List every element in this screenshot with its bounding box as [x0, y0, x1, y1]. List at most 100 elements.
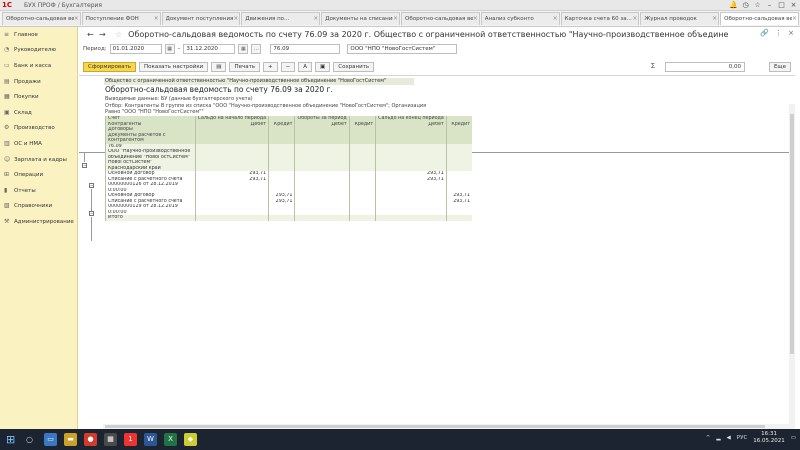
- open-windows-tabs: Оборотно-сальдовая ведо...×Поступление Ф…: [0, 11, 800, 27]
- sidebar-item[interactable]: ⊞ Операции: [0, 167, 77, 183]
- table-cell[interactable]: Итого: [105, 215, 196, 221]
- tab-item[interactable]: Журнал проводок ×: [640, 12, 720, 25]
- sidebar-item[interactable]: ▦ Покупки: [0, 89, 77, 105]
- tab-close-icon[interactable]: ×: [553, 13, 559, 25]
- sidebar-item[interactable]: ▧ Справочники: [0, 199, 77, 215]
- link-icon[interactable]: 🔗: [760, 29, 769, 37]
- save-button[interactable]: Сохранить: [333, 62, 375, 72]
- close-icon[interactable]: ×: [789, 1, 798, 9]
- tab-close-icon[interactable]: ×: [632, 13, 638, 25]
- more-icon[interactable]: ⋮: [775, 29, 782, 37]
- table-cell[interactable]: [348, 215, 376, 221]
- more-button[interactable]: Еще: [768, 62, 791, 72]
- close-document-icon[interactable]: ×: [788, 29, 794, 37]
- tab-close-icon[interactable]: ×: [313, 13, 319, 25]
- tab-item[interactable]: Документ поступления... ×: [161, 12, 241, 25]
- tab-item[interactable]: Документы на списание ×: [321, 12, 400, 25]
- date-to-field[interactable]: 31.12.2020: [183, 44, 236, 54]
- table-cell[interactable]: Сальдо на начало периода: [194, 116, 269, 122]
- zoom-out-button[interactable]: −: [280, 62, 296, 72]
- table-cell[interactable]: Сальдо на конец периода: [375, 116, 447, 122]
- onec-icon[interactable]: 1: [124, 433, 137, 446]
- search-icon[interactable]: ○: [26, 435, 40, 444]
- tab-close-icon[interactable]: ×: [154, 13, 160, 25]
- group-collapse-icon[interactable]: −: [89, 183, 94, 188]
- maximize-icon[interactable]: □: [777, 1, 786, 9]
- scroll-thumb[interactable]: [105, 425, 765, 428]
- bell-icon[interactable]: 🔔: [729, 1, 738, 9]
- sidebar-item[interactable]: ⚙ Производство: [0, 121, 77, 137]
- table-cell[interactable]: [445, 215, 472, 221]
- windows-start-icon[interactable]: ⊞: [6, 433, 20, 447]
- language-indicator[interactable]: РУС: [737, 435, 748, 441]
- minimize-icon[interactable]: –: [765, 1, 774, 9]
- sidebar-item[interactable]: ▣ Склад: [0, 105, 77, 121]
- generate-button[interactable]: Сформировать: [83, 62, 137, 72]
- tab-close-icon[interactable]: ×: [233, 13, 239, 25]
- period-select-button[interactable]: …: [251, 44, 262, 54]
- notifications-icon[interactable]: ▭: [791, 435, 796, 441]
- table-cell[interactable]: [375, 215, 447, 221]
- forward-arrow-icon[interactable]: →: [99, 30, 111, 39]
- network-icon[interactable]: ▂: [716, 435, 720, 441]
- sidebar-item[interactable]: ◔ Руководителю: [0, 43, 77, 59]
- table-cell[interactable]: [294, 215, 350, 221]
- table-cell[interactable]: [268, 215, 295, 221]
- account-field[interactable]: 76.09: [270, 44, 341, 54]
- group-collapse-icon[interactable]: −: [89, 211, 94, 216]
- word-icon[interactable]: W: [144, 433, 157, 446]
- vertical-scrollbar[interactable]: [789, 104, 795, 429]
- tray-arrow-icon[interactable]: ^: [706, 435, 711, 441]
- group-collapse-icon[interactable]: −: [82, 163, 87, 168]
- sidebar-item[interactable]: ▮ Отчеты: [0, 183, 77, 199]
- tab-close-icon[interactable]: ×: [74, 13, 80, 25]
- tab-item[interactable]: Оборотно-сальдовая ведо...×: [400, 12, 480, 25]
- report-spreadsheet[interactable]: Общество с ограниченной ответственностью…: [79, 75, 795, 429]
- organization-field[interactable]: ООО "НПО "НовоГостСистем": [347, 44, 458, 54]
- app-icon[interactable]: ◆: [184, 433, 197, 446]
- calendar-to-icon[interactable]: ▦: [238, 44, 249, 54]
- tab-item[interactable]: Поступление ФОН ×: [81, 12, 161, 25]
- excel-icon[interactable]: X: [164, 433, 177, 446]
- sidebar-item[interactable]: ▤ Продажи: [0, 74, 77, 90]
- tab-item[interactable]: Оборотно-сальдовая ведо...×: [720, 12, 799, 25]
- sections-sidebar: ≡ Главное ◔ Руководителю ▭ Банк и касса ▤ Прода…: [0, 27, 78, 429]
- font-button[interactable]: A: [298, 62, 313, 72]
- task-view-icon[interactable]: ▭: [44, 433, 57, 446]
- table-cell[interactable]: [194, 215, 269, 221]
- scroll-thumb[interactable]: [790, 114, 794, 354]
- sidebar-item[interactable]: ▥ ОС и НМА: [0, 136, 77, 152]
- show-settings-button[interactable]: Показать настройки: [139, 62, 209, 72]
- table-cell[interactable]: ООО "Научно-производственное: [105, 149, 196, 155]
- tab-item[interactable]: Карточка счета 60 за... ×: [560, 12, 640, 25]
- favorite-star-icon[interactable]: ☆: [115, 30, 122, 39]
- sidebar-item[interactable]: ☺ Зарплата и кадры: [0, 152, 77, 168]
- pinned-apps: ▭ ▬ ● ▦ 1 W X ◆: [44, 433, 197, 446]
- tab-close-icon[interactable]: ×: [792, 13, 798, 25]
- tab-close-icon[interactable]: ×: [473, 13, 479, 25]
- print-button[interactable]: Печать: [229, 62, 261, 72]
- tab-item[interactable]: Анализ субконто ×: [480, 12, 560, 25]
- table-cell[interactable]: Обороты за период: [294, 116, 350, 122]
- calendar-from-icon[interactable]: ▦: [164, 44, 175, 54]
- volume-icon[interactable]: ◀: [727, 435, 731, 441]
- zoom-in-button[interactable]: +: [263, 62, 278, 72]
- sidebar-item[interactable]: ⚒ Администрирование: [0, 214, 77, 230]
- variants-button[interactable]: ▤: [211, 62, 227, 72]
- clock[interactable]: 16:31 16.05.2021: [753, 431, 785, 445]
- save-icon-button[interactable]: ▣: [315, 62, 331, 72]
- tab-item[interactable]: Оборотно-сальдовая ведо...×: [2, 12, 81, 25]
- history-icon[interactable]: ◷: [741, 1, 750, 9]
- sidebar-item[interactable]: ▭ Банк и касса: [0, 58, 77, 74]
- date-from-field[interactable]: 01.01.2020: [109, 44, 162, 54]
- calculator-icon[interactable]: ▦: [104, 433, 117, 446]
- tab-close-icon[interactable]: ×: [393, 13, 399, 25]
- document-actions: 🔗 ⋮ ×: [760, 29, 794, 37]
- star-icon[interactable]: ☆: [753, 1, 762, 9]
- chrome-icon[interactable]: ●: [84, 433, 97, 446]
- file-explorer-icon[interactable]: ▬: [64, 433, 77, 446]
- tab-item[interactable]: Движения по... ×: [241, 12, 321, 25]
- tab-close-icon[interactable]: ×: [712, 13, 718, 25]
- sidebar-item[interactable]: ≡ Главное: [0, 27, 77, 43]
- back-arrow-icon[interactable]: ←: [87, 30, 99, 39]
